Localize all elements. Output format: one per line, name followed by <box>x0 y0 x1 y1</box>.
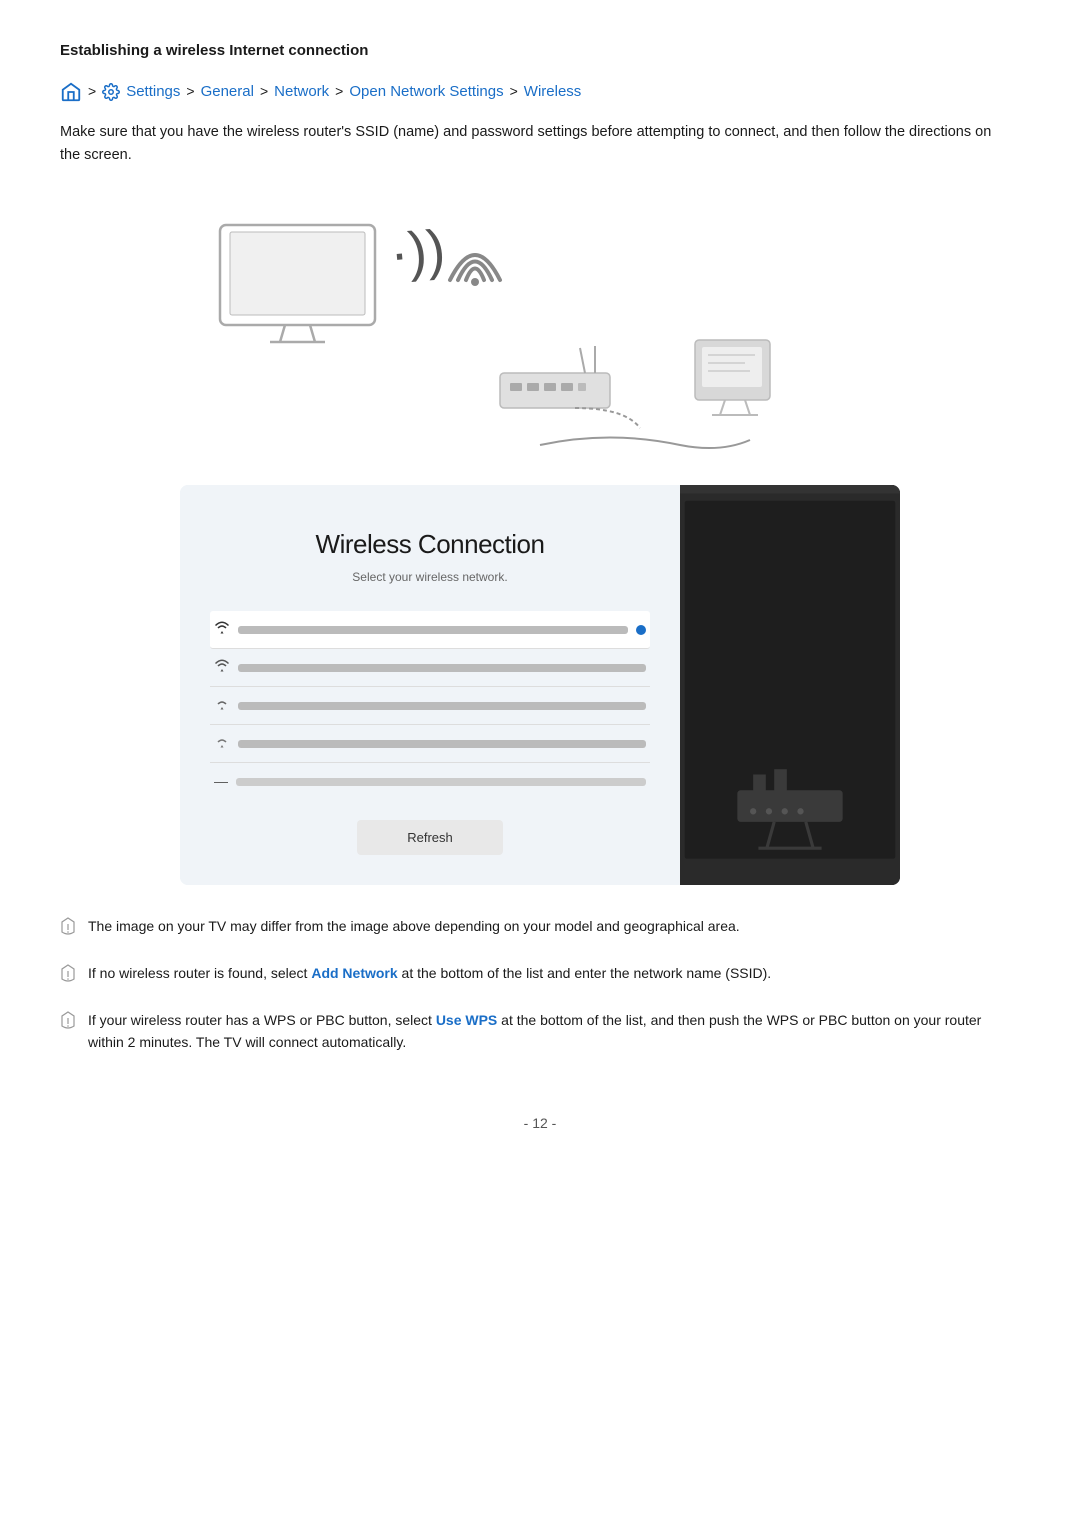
breadcrumb-separator-1: > <box>186 81 194 102</box>
wifi-icon-1 <box>214 619 230 640</box>
breadcrumb-settings[interactable]: Settings <box>126 81 180 104</box>
wifi-icon-5: — <box>214 771 228 792</box>
network-list: — <box>210 611 650 800</box>
breadcrumb-wireless[interactable]: Wireless <box>524 81 582 104</box>
note-text-1: The image on your TV may differ from the… <box>88 915 740 937</box>
note-text-2: If no wireless router is found, select A… <box>88 962 771 984</box>
note-icon-3 <box>60 1011 76 1040</box>
network-item-5[interactable]: — <box>210 763 650 800</box>
router-illustration <box>495 343 655 433</box>
illustration-area: ·)) <box>60 195 1020 475</box>
wifi-icon-2 <box>214 657 230 678</box>
tv-illustration <box>215 220 395 350</box>
selected-indicator <box>636 625 646 635</box>
breadcrumb-separator-3: > <box>335 81 343 102</box>
network-name-2 <box>238 664 646 672</box>
note-item-2: If no wireless router is found, select A… <box>60 962 1020 993</box>
tv-panel-svg <box>680 485 900 885</box>
page-number: - 12 - <box>60 1113 1020 1134</box>
breadcrumb-network[interactable]: Network <box>274 81 329 104</box>
network-name-5 <box>236 778 646 786</box>
wireless-connection-panel: Wireless Connection Select your wireless… <box>180 485 900 885</box>
notes-section: The image on your TV may differ from the… <box>60 915 1020 1053</box>
note-icon-1 <box>60 917 76 946</box>
breadcrumb-separator-2: > <box>260 81 268 102</box>
note-text-3: If your wireless router has a WPS or PBC… <box>88 1009 1020 1054</box>
wifi-icon-3 <box>214 695 230 716</box>
note-icon-2 <box>60 964 76 993</box>
breadcrumb-open-network-settings[interactable]: Open Network Settings <box>349 81 503 104</box>
wifi-icon-4 <box>214 733 230 754</box>
settings-icon <box>102 83 120 101</box>
add-network-link: Add Network <box>311 965 397 981</box>
breadcrumb-general[interactable]: General <box>201 81 254 104</box>
wireless-connection-title: Wireless Connection <box>210 525 650 564</box>
refresh-button[interactable]: Refresh <box>357 820 503 855</box>
network-item-2[interactable] <box>210 649 650 687</box>
network-name-1 <box>238 626 628 634</box>
breadcrumb-separator-0: > <box>88 81 96 102</box>
note-item-1: The image on your TV may differ from the… <box>60 915 1020 946</box>
modem-illustration <box>690 335 780 425</box>
note-item-3: If your wireless router has a WPS or PBC… <box>60 1009 1020 1054</box>
home-icon <box>60 81 82 103</box>
network-item-1[interactable] <box>210 611 650 649</box>
select-network-subtitle: Select your wireless network. <box>210 568 650 586</box>
page-title: Establishing a wireless Internet connect… <box>60 40 1020 63</box>
network-item-3[interactable] <box>210 687 650 725</box>
breadcrumb: > Settings > General > Network > Open Ne… <box>60 81 1020 104</box>
refresh-button-container: Refresh <box>210 820 650 855</box>
breadcrumb-separator-4: > <box>510 81 518 102</box>
panel-left: Wireless Connection Select your wireless… <box>180 485 680 885</box>
tv-right-panel <box>680 485 900 885</box>
network-item-4[interactable] <box>210 725 650 763</box>
description-text: Make sure that you have the wireless rou… <box>60 121 1010 167</box>
use-wps-link: Use WPS <box>436 1012 497 1028</box>
network-name-3 <box>238 702 646 710</box>
network-name-4 <box>238 740 646 748</box>
cable-illustration <box>530 425 760 465</box>
wireless-arc-icon <box>440 225 510 295</box>
